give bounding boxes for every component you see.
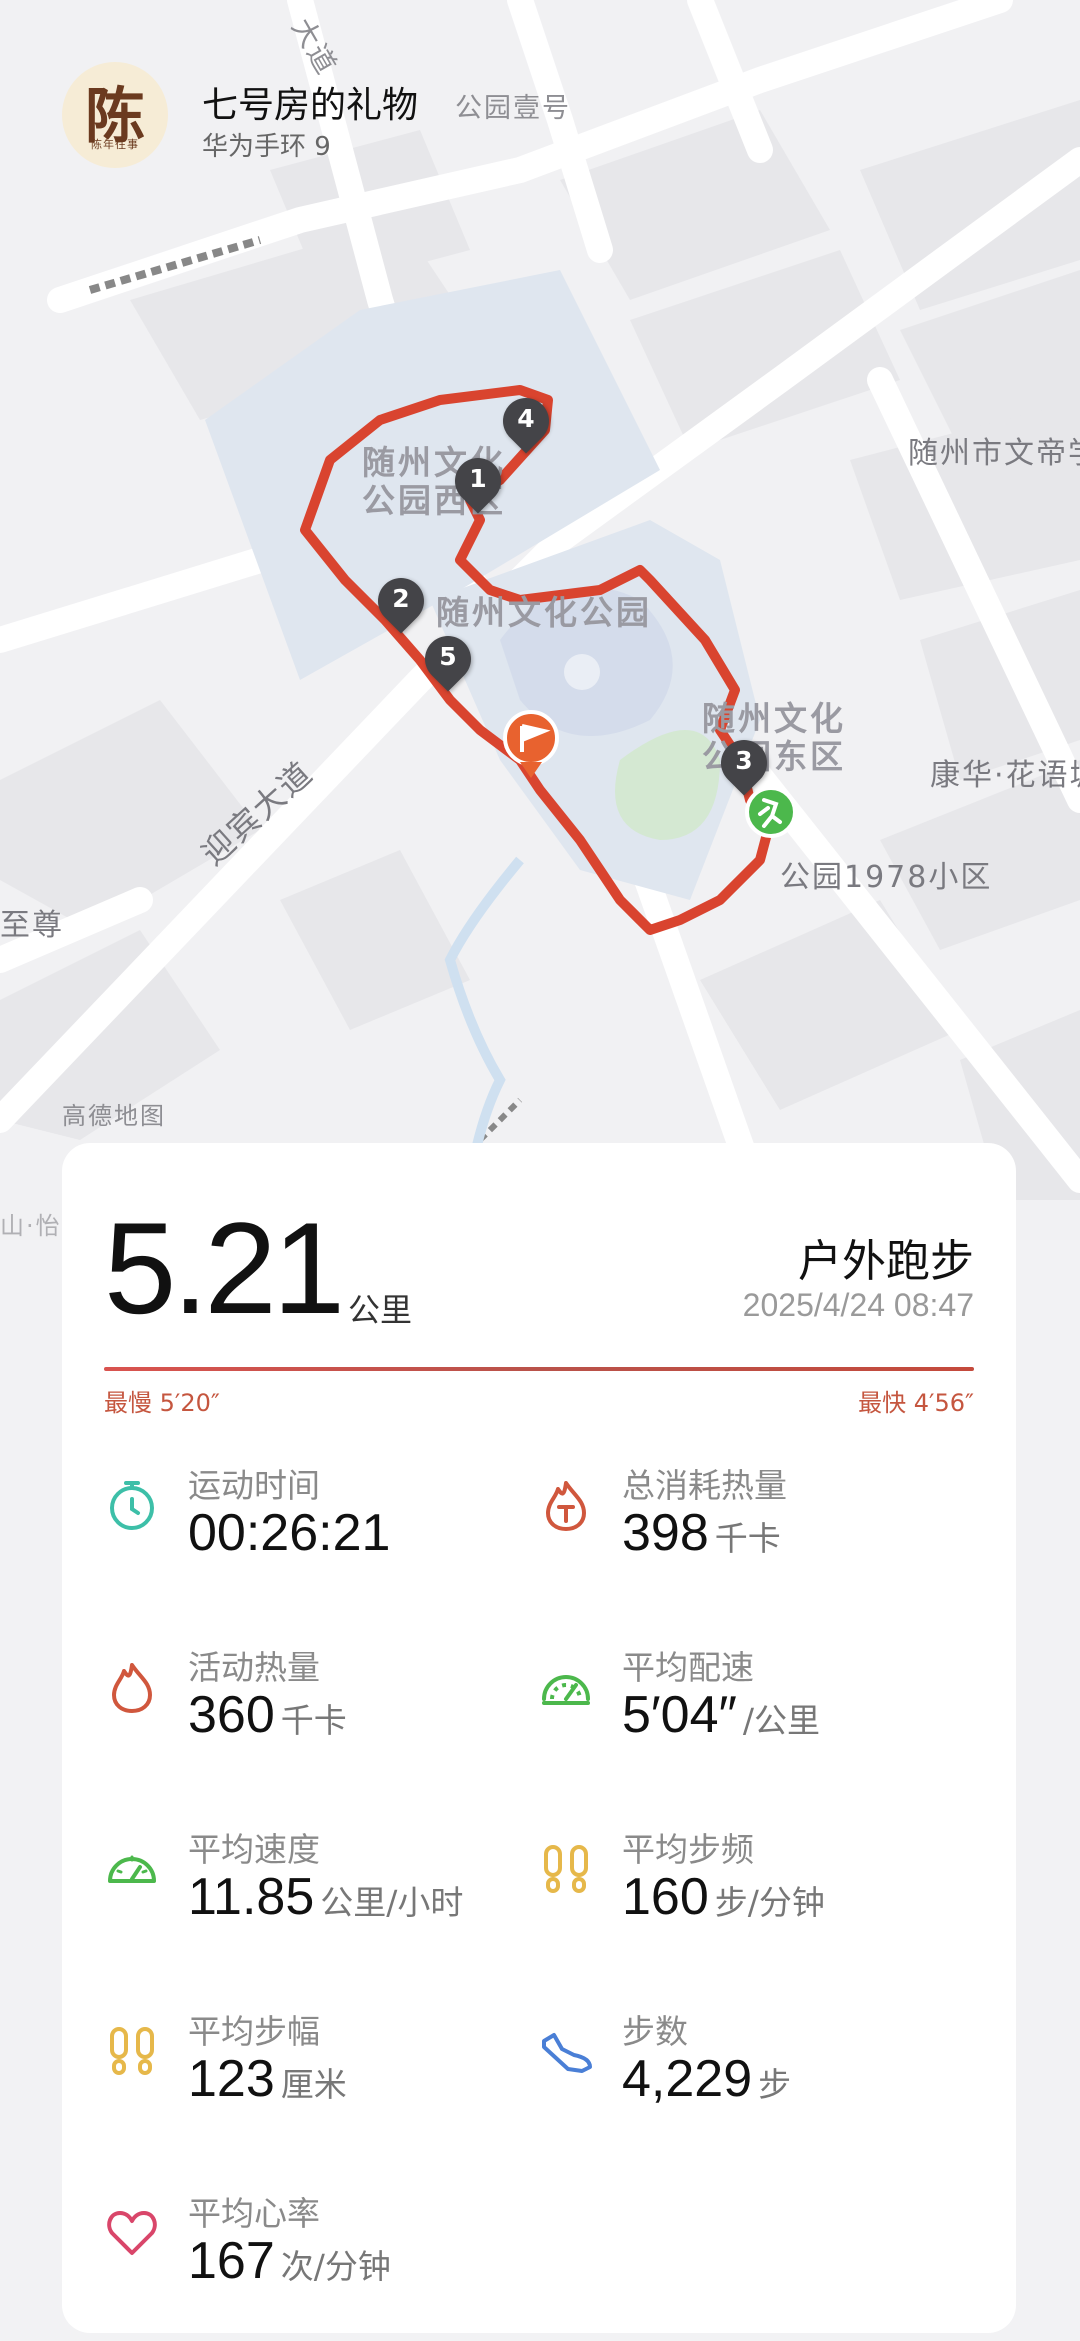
metric-value: 5′04″/公里: [622, 1685, 820, 1745]
metric-label: 平均心率: [188, 2194, 320, 2233]
metric-number: 5′04″: [622, 1686, 737, 1744]
metric-avg-cadence: 平均步频 160 步/分钟: [538, 1823, 958, 1953]
metric-number: 398: [622, 1504, 709, 1562]
metric-label: 平均步频: [622, 1830, 754, 1869]
metric-value: 360 千卡: [188, 1685, 347, 1745]
user-name: 七号房的礼物: [202, 85, 419, 126]
metric-value: 160 步/分钟: [622, 1867, 825, 1927]
metric-avg-pace: 平均配速 5′04″/公里: [538, 1641, 958, 1771]
metric-number: 11.85: [188, 1868, 315, 1926]
metric-value: 123 厘米: [188, 2049, 347, 2109]
footprints-icon: [544, 1845, 588, 1893]
metric-unit: /公里: [742, 1701, 821, 1740]
speedometer-icon: [108, 1855, 156, 1883]
metric-label: 总消耗热量: [622, 1466, 787, 1505]
metric-number: 00:26:21: [188, 1504, 391, 1562]
workout-summary-card: 5.21 公里 户外跑步 2025/4/24 08:47 最慢 5′20″ 最快…: [62, 1143, 1016, 2333]
metric-number: 167: [188, 2232, 275, 2290]
metric-avg-speed: 平均速度 11.85 公里/小时: [104, 1823, 524, 1953]
activity-type: 户外跑步: [798, 1236, 974, 1287]
km-marker-1[interactable]: 1: [445, 448, 511, 516]
map-label-shanyi: 山·怡: [0, 1212, 62, 1240]
metric-duration: 运动时间 00:26:21: [104, 1459, 524, 1589]
map-label-kanghua: 康华·花语城: [930, 758, 1080, 793]
metric-number: 160: [622, 1868, 709, 1926]
km-marker-3[interactable]: 3: [711, 730, 777, 798]
metric-unit: 千卡: [280, 1701, 347, 1740]
metric-number: 360: [188, 1686, 275, 1744]
device-name: 华为手环 9: [202, 132, 331, 162]
metric-label: 运动时间: [188, 1466, 320, 1505]
map-label-culture-school: 随州市文帝学: [908, 436, 1080, 471]
metric-value: 4,229 步: [622, 2049, 791, 2109]
metric-unit: 公里/小时: [320, 1883, 464, 1922]
metric-unit: 步: [758, 2065, 792, 2104]
metric-label: 活动热量: [188, 1648, 320, 1687]
metric-label: 平均速度: [188, 1830, 320, 1869]
shoe-icon: [542, 2033, 592, 2073]
avatar[interactable]: 陈 陈年往事: [62, 62, 168, 168]
distance-unit: 公里: [348, 1291, 413, 1329]
metric-total-calories: 总消耗热量 398 千卡: [538, 1459, 958, 1589]
flame-total-icon: [546, 1481, 586, 1531]
slowest-pace: 最慢 5′20″: [104, 1389, 220, 1417]
map-label-zhizun: 至尊: [0, 908, 64, 943]
map-label-park1978: 公园1978小区: [780, 860, 993, 895]
km-marker-5[interactable]: 5: [415, 626, 481, 694]
metric-avg-stride: 平均步幅 123 厘米: [104, 2005, 524, 2135]
metric-value: 167 次/分钟: [188, 2231, 391, 2291]
amap-logo: 高德地图: [62, 1102, 166, 1130]
distance-value: 5.21: [104, 1195, 345, 1341]
metric-label: 平均步幅: [188, 2012, 320, 2051]
metric-unit: 步/分钟: [714, 1883, 825, 1922]
park-label-main: 随州文化公园: [436, 593, 652, 632]
metric-steps: 步数 4,229 步: [538, 2005, 958, 2135]
metric-unit: 千卡: [714, 1519, 781, 1558]
metric-number: 4,229: [622, 2050, 753, 2108]
activity-datetime: 2025/4/24 08:47: [742, 1287, 974, 1323]
park-label-east-line1: 随州文化: [702, 699, 846, 738]
heart-icon: [107, 2211, 157, 2255]
metric-value: 00:26:21: [188, 1503, 390, 1563]
metric-number: 123: [188, 2050, 275, 2108]
fastest-pace: 最快 4′56″: [858, 1389, 974, 1417]
metric-unit: 次/分钟: [280, 2247, 391, 2286]
km-marker-2[interactable]: 2: [368, 568, 434, 636]
metric-label: 步数: [622, 2012, 688, 2051]
km-marker-4[interactable]: 4: [493, 388, 559, 456]
speedometer-pace-icon: [542, 1675, 590, 1705]
metric-unit: 厘米: [280, 2065, 347, 2104]
avatar-subtext: 陈年往事: [91, 138, 139, 151]
stopwatch-icon: [110, 1481, 154, 1530]
metric-value: 398 千卡: [622, 1503, 781, 1563]
flame-icon: [112, 1663, 152, 1713]
metric-active-calories: 活动热量 360 千卡: [104, 1641, 524, 1771]
footprints-stride-icon: [110, 2027, 154, 2075]
route-map[interactable]: 公园壹号 随州市文帝学 康华·花语城 公园1978小区 迎宾大道 至尊 高德地图…: [0, 0, 1080, 1240]
metric-value: 11.85 公里/小时: [188, 1867, 463, 1927]
metric-avg-heart-rate: 平均心率 167 次/分钟: [104, 2187, 524, 2317]
metric-label: 平均配速: [622, 1648, 754, 1687]
pace-range-bar: [104, 1367, 974, 1371]
map-label-park-one: 公园壹号: [455, 93, 571, 124]
